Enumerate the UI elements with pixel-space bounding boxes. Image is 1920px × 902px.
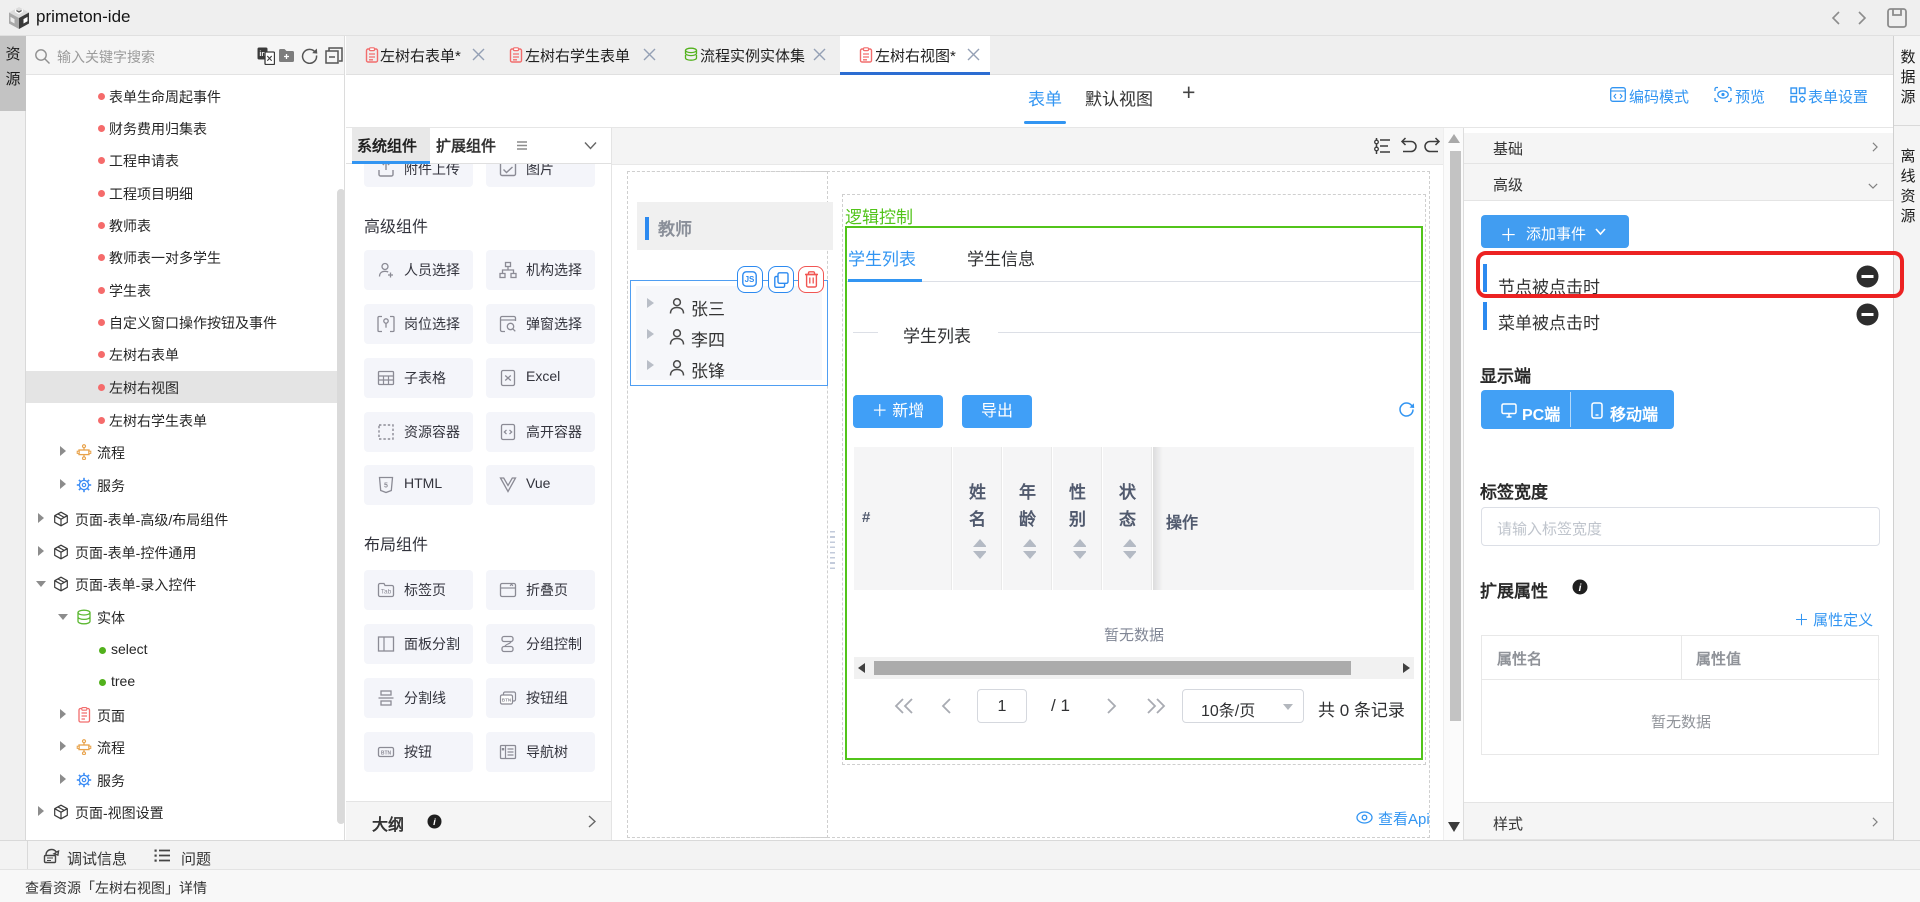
svg-text:5: 5	[384, 483, 388, 490]
svg-text:i: i	[1579, 583, 1582, 594]
svg-text:i: i	[433, 817, 436, 828]
svg-text:JS: JS	[745, 275, 755, 284]
svg-text:Tab: Tab	[381, 589, 392, 596]
svg-text:BTN: BTN	[381, 750, 392, 756]
svg-text:BTN: BTN	[502, 697, 512, 702]
